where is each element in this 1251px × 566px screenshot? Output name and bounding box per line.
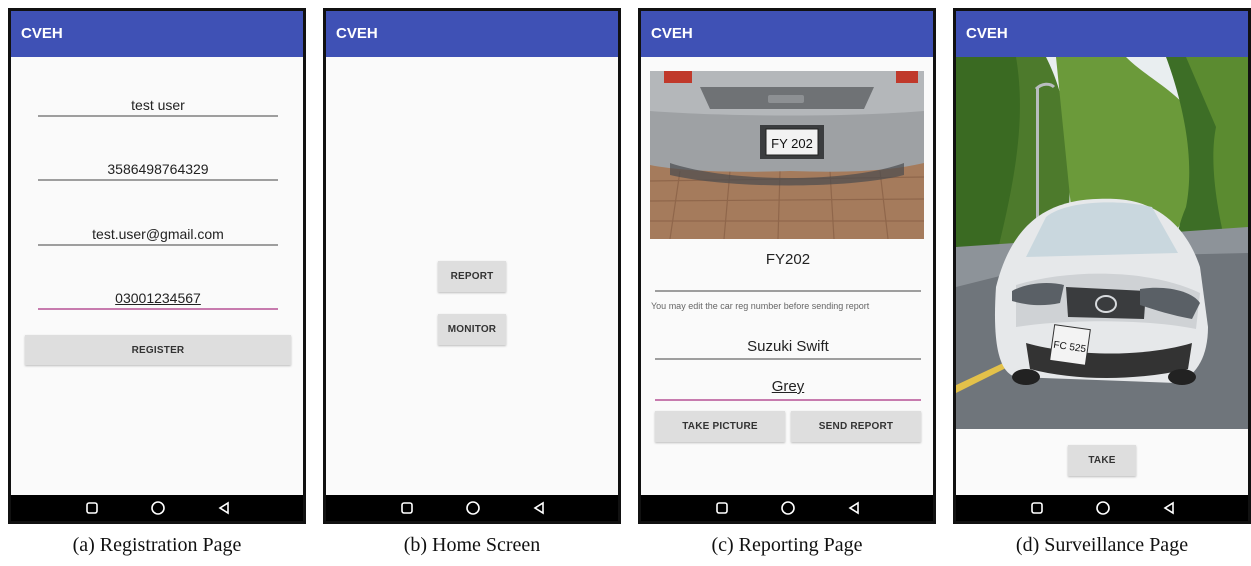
system-nav-bar [956,495,1248,521]
name-field-underline [38,115,278,117]
screen-reporting: CVEH FY 202 FY202 You may edit the car r… [641,11,933,497]
triangle-back-icon[interactable] [839,495,869,521]
monitor-button[interactable]: MONITOR [438,314,506,345]
car-color-field[interactable]: Grey [655,378,921,399]
car-rear-photo: FY 202 [650,71,924,239]
app-title: CVEH [336,25,378,42]
triangle-back-icon[interactable] [1154,495,1184,521]
circle-home-icon[interactable] [143,495,173,521]
email-field-underline [38,244,278,246]
car-model-underline [655,358,921,360]
square-recent-apps-icon[interactable] [77,495,107,521]
circle-home-icon[interactable] [458,495,488,521]
email-field[interactable]: test.user@gmail.com [38,226,278,246]
caption-reporting: (c) Reporting Page [711,534,863,556]
app-title: CVEH [966,25,1008,42]
app-bar: CVEH [956,11,1248,57]
triangle-back-icon[interactable] [209,495,239,521]
caption-registration: (a) Registration Page [72,534,242,556]
caption-home: (b) Home Screen [403,534,541,556]
name-field[interactable]: test user [38,97,278,117]
triangle-back-icon[interactable] [524,495,554,521]
system-nav-bar [326,495,618,521]
caption-surveillance: (d) Surveillance Page [1015,534,1189,556]
square-recent-apps-icon[interactable] [707,495,737,521]
plate-number-underline [655,290,921,292]
take-button[interactable]: TAKE [1068,445,1136,476]
circle-home-icon[interactable] [773,495,803,521]
screen-surveillance: CVEH FC 525 TAKE [956,11,1248,497]
take-picture-button[interactable]: TAKE PICTURE [655,411,785,442]
phone-reporting: CVEH FY 202 FY202 You may edit the car r… [638,8,936,524]
edit-hint-text: You may edit the car reg number before s… [651,301,870,311]
app-title: CVEH [21,25,63,42]
phone-registration: CVEH test user 3586498764329 test.user@g… [8,8,306,524]
app-bar: CVEH [641,11,933,57]
car-model-field[interactable]: Suzuki Swift [655,338,921,359]
square-recent-apps-icon[interactable] [392,495,422,521]
car-color-underline [655,399,921,401]
camera-preview: FC 525 [956,57,1248,429]
screen-registration: CVEH test user 3586498764329 test.user@g… [11,11,303,497]
system-nav-bar [11,495,303,521]
phone-field[interactable]: 03001234567 [38,290,278,310]
report-button[interactable]: REPORT [438,261,506,292]
screen-home: CVEH REPORT MONITOR [326,11,618,497]
app-title: CVEH [651,25,693,42]
app-bar: CVEH [11,11,303,57]
register-button[interactable]: REGISTER [25,335,291,365]
app-bar: CVEH [326,11,618,57]
square-recent-apps-icon[interactable] [1022,495,1052,521]
send-report-button[interactable]: SEND REPORT [791,411,921,442]
cnic-field[interactable]: 3586498764329 [38,161,278,181]
phone-home: CVEH REPORT MONITOR [323,8,621,524]
cnic-field-underline [38,179,278,181]
system-nav-bar [641,495,933,521]
phone-surveillance: CVEH FC 525 TAKE [953,8,1251,524]
circle-home-icon[interactable] [1088,495,1118,521]
plate-in-photo: FY 202 [771,136,813,151]
plate-number-field[interactable]: FY202 [655,251,921,272]
phone-field-underline [38,308,278,310]
